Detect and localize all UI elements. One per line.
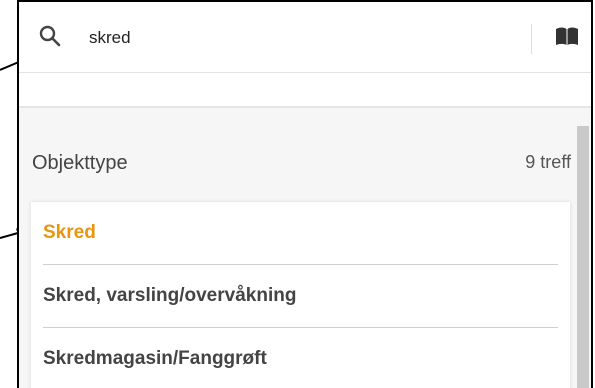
scrollbar[interactable]	[577, 126, 589, 388]
result-count: 9 treff	[525, 152, 571, 172]
book-button[interactable]	[551, 24, 583, 52]
result-label: Skred	[43, 222, 96, 243]
filter-band	[19, 72, 591, 108]
result-item-skred-varsling[interactable]: Skred, varsling/overvåkning	[43, 265, 558, 327]
result-item-skred[interactable]: Skred	[43, 202, 558, 264]
section-title: Objekttype	[32, 152, 128, 174]
search-input[interactable]	[89, 24, 469, 52]
screenshot-stage: Objekttype 9 treff Skred Skred, varsling…	[0, 0, 595, 388]
search-icon[interactable]	[38, 24, 62, 48]
section-header: Objekttype 9 treff	[19, 144, 575, 180]
result-label: Skredmagasin/Fanggrøft	[43, 348, 267, 369]
search-bar	[19, 2, 591, 72]
search-panel: Objekttype 9 treff Skred Skred, varsling…	[17, 0, 593, 388]
result-item-skredmagasin[interactable]: Skredmagasin/Fanggrøft	[43, 328, 558, 388]
result-list: Skred Skred, varsling/overvåkning Skredm…	[31, 202, 570, 388]
book-icon	[554, 25, 580, 52]
results-area: Objekttype 9 treff Skred Skred, varsling…	[19, 108, 591, 388]
search-divider	[531, 24, 532, 54]
result-label: Skred, varsling/overvåkning	[43, 285, 297, 306]
